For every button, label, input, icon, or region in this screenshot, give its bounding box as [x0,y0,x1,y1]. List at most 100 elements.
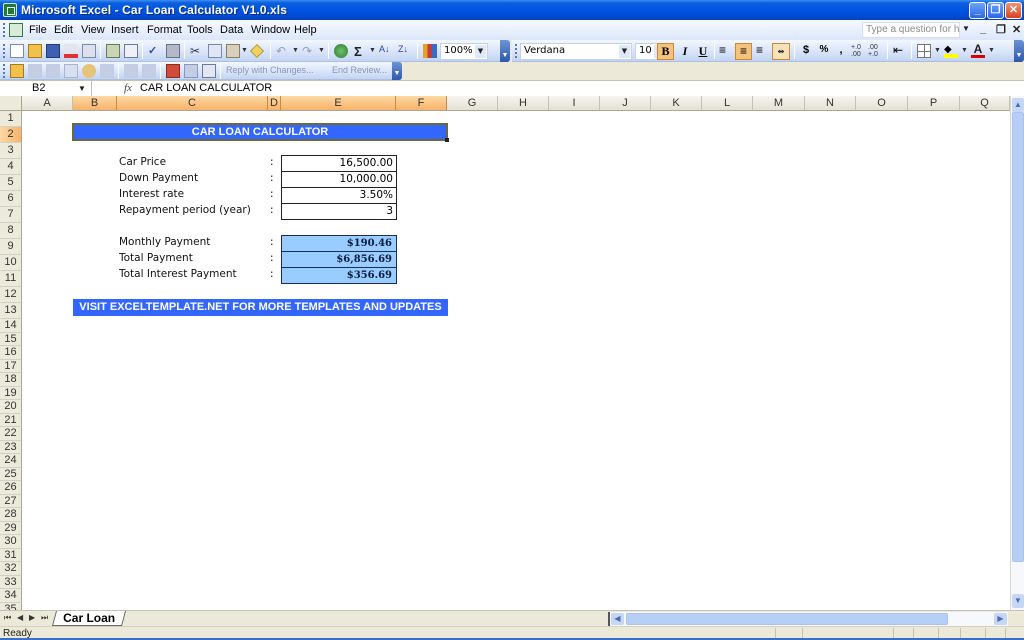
car-price-input[interactable]: 16,500.00 [281,155,397,172]
row-header-7[interactable]: 7 [0,207,22,223]
row-header-32[interactable]: 32 [0,562,22,576]
row-header-25[interactable]: 25 [0,467,22,481]
delete-comment-icon[interactable] [100,64,114,78]
repayment-period-input[interactable]: 3 [281,203,397,220]
hyperlink-icon[interactable] [334,44,348,58]
italic-icon[interactable]: I [678,44,692,58]
spelling-icon[interactable]: ✓ [148,44,162,58]
decrease-decimal-icon[interactable]: .00 +.0 [868,44,882,58]
show-all-comments-icon[interactable] [82,64,96,78]
column-header-p[interactable]: P [908,96,960,111]
row-header-23[interactable]: 23 [0,440,22,454]
send-review-icon[interactable] [184,64,198,78]
reply-with-changes-button[interactable]: Reply with Changes... [226,65,314,75]
sort-ascending-icon[interactable]: A↓ [379,44,393,58]
research-icon[interactable] [166,44,180,58]
show-comment-icon[interactable] [64,64,78,78]
insert-function-icon[interactable]: fx [124,82,132,94]
redo-dropdown-icon[interactable]: ▼ [318,47,325,54]
row-header-9[interactable]: 9 [0,239,22,255]
workbook-minimize-button[interactable]: _ [980,23,986,35]
horizontal-scroll-thumb[interactable] [626,613,948,625]
open-icon[interactable] [28,44,42,58]
row-header-27[interactable]: 27 [0,494,22,508]
menu-edit[interactable]: Edit [54,24,73,36]
row-header-14[interactable]: 14 [0,319,22,333]
fill-color-dropdown-icon[interactable]: ▼ [961,47,968,54]
row-header-21[interactable]: 21 [0,413,22,427]
scroll-down-icon[interactable]: ▼ [1012,594,1024,608]
workbook-restore-button[interactable]: ❐ [996,23,1006,36]
row-header-4[interactable]: 4 [0,159,22,175]
help-question-input[interactable]: Type a question for help [862,22,960,38]
vertical-scroll-thumb[interactable] [1012,112,1024,562]
column-header-c[interactable]: C [117,96,268,111]
horizontal-scrollbar[interactable]: ◀ ▶ [608,612,1008,626]
merge-center-icon[interactable]: ⇹ [772,43,790,60]
column-header-o[interactable]: O [856,96,908,111]
row-header-18[interactable]: 18 [0,373,22,387]
menu-tools[interactable]: Tools [187,24,213,36]
menu-view[interactable]: View [81,24,105,36]
bold-icon[interactable]: B [657,43,674,60]
reviewing-options-button[interactable]: ▼ [392,62,402,80]
first-sheet-icon[interactable]: ⏮ [4,613,11,623]
undo-dropdown-icon[interactable]: ▼ [292,47,299,54]
zoom-select[interactable]: 100% ▼ [440,43,488,60]
column-header-d[interactable]: D [268,96,281,111]
comma-style-icon[interactable]: , [834,44,848,58]
column-header-f[interactable]: F [396,96,447,111]
row-header-3[interactable]: 3 [0,143,22,159]
row-header-22[interactable]: 22 [0,427,22,441]
row-header-28[interactable]: 28 [0,508,22,522]
row-header-17[interactable]: 17 [0,359,22,373]
percent-icon[interactable]: % [817,44,831,58]
row-header-12[interactable]: 12 [0,287,22,303]
previous-sheet-icon[interactable]: ◀ [17,613,23,622]
next-comment-icon[interactable] [46,64,60,78]
down-payment-input[interactable]: 10,000.00 [281,171,397,188]
zoom-dropdown-icon[interactable]: ▼ [475,45,486,58]
formula-input[interactable]: CAR LOAN CALCULATOR [140,81,272,94]
row-header-15[interactable]: 15 [0,332,22,346]
worksheet-grid[interactable]: ABCDEFGHIJKLMNOPQ 1 2 3 4 5 6 7 8 9 10 11 12 13 14 15 1… [0,96,1010,610]
fill-handle[interactable] [445,138,449,142]
track-changes-icon[interactable] [124,64,138,78]
save-icon[interactable] [46,44,60,58]
row-header-5[interactable]: 5 [0,175,22,191]
column-header-b[interactable]: B [73,96,117,111]
undo-icon[interactable]: ↶ [276,44,290,58]
title-banner[interactable]: CAR LOAN CALCULATOR [72,123,448,141]
toolbar-grip[interactable] [515,44,518,58]
close-button[interactable]: ✕ [1005,2,1022,19]
paste-icon[interactable] [226,44,240,58]
align-center-icon[interactable]: ≡ [735,43,752,60]
row-header-8[interactable]: 8 [0,223,22,239]
toolbar-options-button[interactable]: ▼ [500,40,510,62]
align-right-icon[interactable]: ≡ [756,44,770,58]
column-header-e[interactable]: E [281,96,396,111]
scroll-up-icon[interactable]: ▲ [1012,98,1024,112]
next-sheet-icon[interactable]: ▶ [29,613,35,622]
column-header-l[interactable]: L [702,96,753,111]
align-left-icon[interactable]: ≡ [719,44,733,58]
font-name-select[interactable]: Verdana ▼ [520,43,632,60]
workbook-changes-icon[interactable] [142,64,156,78]
decrease-indent-icon[interactable]: ⇤ [893,44,907,58]
formatting-options-button[interactable]: ▼ [1014,40,1024,62]
previous-comment-icon[interactable] [28,64,42,78]
menu-file[interactable]: File [29,24,47,36]
reviewing-pane-icon[interactable] [202,64,216,78]
borders-icon[interactable] [917,44,931,58]
menu-data[interactable]: Data [220,24,243,36]
font-dropdown-icon[interactable]: ▼ [619,45,630,58]
menubar-grip[interactable] [3,23,6,37]
menu-window[interactable]: Window [251,24,290,36]
chart-wizard-icon[interactable] [423,44,437,58]
row-header-30[interactable]: 30 [0,535,22,549]
row-header-19[interactable]: 19 [0,386,22,400]
cut-icon[interactable]: ✂ [190,44,204,58]
total-payment-value[interactable]: $6,856.69 [281,251,397,268]
row-header-31[interactable]: 31 [0,548,22,562]
column-header-q[interactable]: Q [960,96,1010,111]
